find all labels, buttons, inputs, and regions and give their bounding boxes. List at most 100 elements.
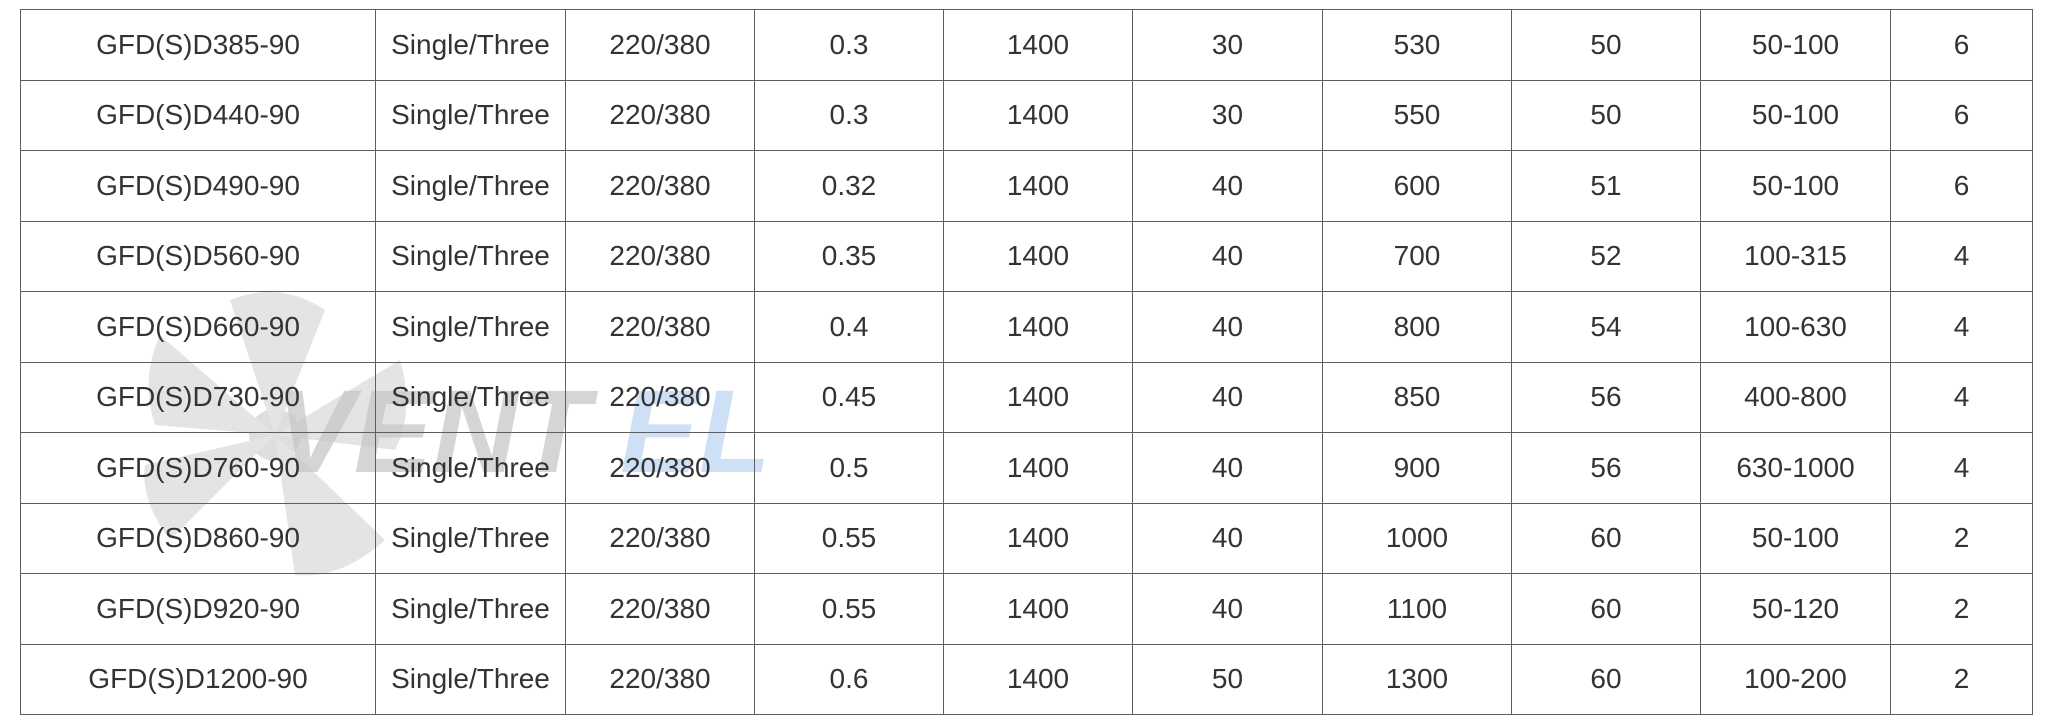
table-cell-model: GFD(S)D440-90 [20,79,376,151]
table-cell-power: 0.4 [754,291,944,363]
table-row: GFD(S)D1200-90 Single/Three 220/380 0.6 1400… [20,643,2033,715]
table-cell-model: GFD(S)D490-90 [20,150,376,222]
table-cell-voltage: 220/380 [565,573,755,645]
table-cell-col-10: 6 [1890,79,2033,151]
table-cell-speed: 1400 [943,643,1133,715]
table-cell-col-8: 54 [1511,291,1701,363]
table-cell-col-10: 4 [1890,432,2033,504]
table-cell-speed: 1400 [943,291,1133,363]
table-cell-power: 0.45 [754,361,944,433]
table-cell-voltage: 220/380 [565,432,755,504]
table-cell-model: GFD(S)D560-90 [20,220,376,292]
table-cell-col-9: 100-315 [1700,220,1891,292]
table-cell-voltage: 220/380 [565,9,755,81]
table-cell-col-8: 60 [1511,573,1701,645]
table-cell-speed: 1400 [943,361,1133,433]
table-cell-model: GFD(S)D860-90 [20,502,376,574]
page: VENT EL GFD(S)D385-90 Single/Three 220/380… [0,0,2048,728]
table-cell-speed: 1400 [943,502,1133,574]
table-cell-col-10: 6 [1890,9,2033,81]
table-cell-phase: Single/Three [375,9,566,81]
table-cell-col-8: 56 [1511,432,1701,504]
table-cell-speed: 1400 [943,573,1133,645]
table-cell-col-7: 1100 [1322,573,1512,645]
table-cell-power: 0.6 [754,643,944,715]
table-cell-phase: Single/Three [375,361,566,433]
table-cell-power: 0.3 [754,9,944,81]
table-cell-col-6: 40 [1132,573,1323,645]
table-cell-col-10: 4 [1890,361,2033,433]
table-cell-phase: Single/Three [375,79,566,151]
table-cell-power: 0.35 [754,220,944,292]
table-cell-col-9: 50-100 [1700,79,1891,151]
table-cell-speed: 1400 [943,220,1133,292]
table-row: GFD(S)D760-90 Single/Three 220/380 0.5 1400 4… [20,432,2033,504]
table-cell-phase: Single/Three [375,573,566,645]
table-cell-phase: Single/Three [375,643,566,715]
table-row: GFD(S)D660-90 Single/Three 220/380 0.4 1400 4… [20,291,2033,363]
table-cell-model: GFD(S)D660-90 [20,291,376,363]
table-cell-col-6: 30 [1132,79,1323,151]
table-cell-col-7: 850 [1322,361,1512,433]
table-row: GFD(S)D860-90 Single/Three 220/380 0.55 1400… [20,502,2033,574]
table-cell-col-8: 56 [1511,361,1701,433]
table-cell-col-9: 400-800 [1700,361,1891,433]
table-cell-col-9: 50-100 [1700,9,1891,81]
table-cell-col-9: 50-100 [1700,150,1891,222]
table-cell-col-7: 800 [1322,291,1512,363]
table-cell-col-10: 2 [1890,502,2033,574]
table-cell-col-6: 40 [1132,432,1323,504]
table-cell-phase: Single/Three [375,432,566,504]
table-cell-col-8: 51 [1511,150,1701,222]
table-cell-col-10: 6 [1890,150,2033,222]
table-row: GFD(S)D490-90 Single/Three 220/380 0.32 1400… [20,150,2033,222]
table-cell-col-6: 40 [1132,150,1323,222]
table-cell-col-8: 52 [1511,220,1701,292]
table-cell-col-9: 50-120 [1700,573,1891,645]
table-cell-phase: Single/Three [375,220,566,292]
table-cell-phase: Single/Three [375,502,566,574]
table-cell-col-9: 100-630 [1700,291,1891,363]
table-cell-power: 0.5 [754,432,944,504]
table-cell-speed: 1400 [943,79,1133,151]
table-row: GFD(S)D440-90 Single/Three 220/380 0.3 1400 3… [20,79,2033,151]
table-cell-col-6: 40 [1132,291,1323,363]
table-cell-power: 0.55 [754,502,944,574]
table-cell-speed: 1400 [943,150,1133,222]
table-cell-col-9: 100-200 [1700,643,1891,715]
table-cell-voltage: 220/380 [565,502,755,574]
table-cell-col-6: 40 [1132,361,1323,433]
table-cell-power: 0.32 [754,150,944,222]
table-cell-col-9: 50-100 [1700,502,1891,574]
table-cell-col-8: 60 [1511,643,1701,715]
table-cell-col-9: 630-1000 [1700,432,1891,504]
table-cell-col-8: 60 [1511,502,1701,574]
table-cell-col-7: 900 [1322,432,1512,504]
table-cell-voltage: 220/380 [565,79,755,151]
table-cell-speed: 1400 [943,9,1133,81]
spec-table: GFD(S)D385-90 Single/Three 220/380 0.3 1400 3… [20,9,2033,715]
table-cell-col-10: 4 [1890,291,2033,363]
table-cell-model: GFD(S)D1200-90 [20,643,376,715]
table-row: GFD(S)D730-90 Single/Three 220/380 0.45 1400… [20,361,2033,433]
table-cell-voltage: 220/380 [565,361,755,433]
table-cell-model: GFD(S)D920-90 [20,573,376,645]
table-row: GFD(S)D560-90 Single/Three 220/380 0.35 1400… [20,220,2033,292]
table-cell-model: GFD(S)D385-90 [20,9,376,81]
table-cell-col-7: 1000 [1322,502,1512,574]
table-cell-col-6: 40 [1132,502,1323,574]
table-cell-voltage: 220/380 [565,643,755,715]
table-cell-col-6: 50 [1132,643,1323,715]
table-cell-col-6: 40 [1132,220,1323,292]
table-cell-col-7: 1300 [1322,643,1512,715]
table-cell-col-10: 4 [1890,220,2033,292]
table-row: GFD(S)D920-90 Single/Three 220/380 0.55 1400… [20,573,2033,645]
table-cell-voltage: 220/380 [565,220,755,292]
table-cell-voltage: 220/380 [565,150,755,222]
table-cell-voltage: 220/380 [565,291,755,363]
table-cell-model: GFD(S)D760-90 [20,432,376,504]
table-cell-col-7: 530 [1322,9,1512,81]
table-cell-speed: 1400 [943,432,1133,504]
spec-table-body: GFD(S)D385-90 Single/Three 220/380 0.3 1400 3… [20,9,2033,715]
table-cell-model: GFD(S)D730-90 [20,361,376,433]
